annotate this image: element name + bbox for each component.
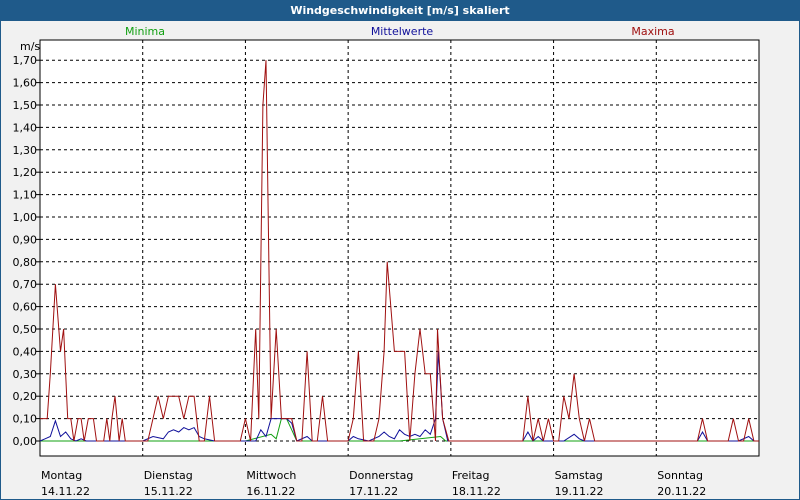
y-tick-label: 1,20 (13, 166, 38, 179)
y-tick-label: 0,30 (13, 368, 38, 381)
x-tick-weekday: Sonntag (657, 469, 703, 482)
y-tick-label: 0,20 (13, 390, 38, 403)
y-tick-label: 1,10 (13, 189, 38, 202)
x-tick-date: 16.11.22 (246, 485, 295, 498)
x-tick-date: 20.11.22 (657, 485, 706, 498)
y-tick-label: 0,90 (13, 233, 38, 246)
x-tick-date: 17.11.22 (349, 485, 398, 498)
x-tick-weekday: Donnerstag (349, 469, 413, 482)
plot-area (39, 39, 760, 457)
y-tick-label: 0,40 (13, 345, 38, 358)
legend-maxima: Maxima (631, 25, 674, 38)
y-tick-label: 1,50 (13, 99, 38, 112)
legend-mittelwerte: Mittelwerte (371, 25, 434, 38)
x-tick-weekday: Dienstag (144, 469, 193, 482)
x-tick-weekday: Samstag (555, 469, 603, 482)
x-tick-weekday: Freitag (452, 469, 490, 482)
x-tick-weekday: Mittwoch (246, 469, 296, 482)
y-tick-label: 0,70 (13, 278, 38, 291)
y-tick-label: 0,50 (13, 323, 38, 336)
y-tick-label: 0,10 (13, 413, 38, 426)
line-chart: 0,00 0,10 0,20 0,30 0,40 0,50 0,60 0,70 0,80 0,90… (13, 25, 760, 498)
y-axis-label: m/s (20, 40, 40, 53)
legend-minima: Minima (125, 25, 165, 38)
x-tick-date: 14.11.22 (41, 485, 90, 498)
x-tick-weekday: Montag (41, 469, 82, 482)
y-tick-label: 1,00 (13, 211, 38, 224)
x-tick-date: 15.11.22 (144, 485, 193, 498)
y-tick-label: 0,00 (13, 435, 38, 448)
y-tick-label: 1,40 (13, 121, 38, 134)
y-tick-label: 0,80 (13, 256, 38, 269)
y-tick-label: 1,30 (13, 144, 38, 157)
x-tick-date: 18.11.22 (452, 485, 501, 498)
y-tick-label: 1,60 (13, 77, 38, 90)
y-tick-label: 1,70 (13, 54, 38, 67)
y-tick-label: 0,60 (13, 301, 38, 314)
x-tick-date: 19.11.22 (555, 485, 604, 498)
